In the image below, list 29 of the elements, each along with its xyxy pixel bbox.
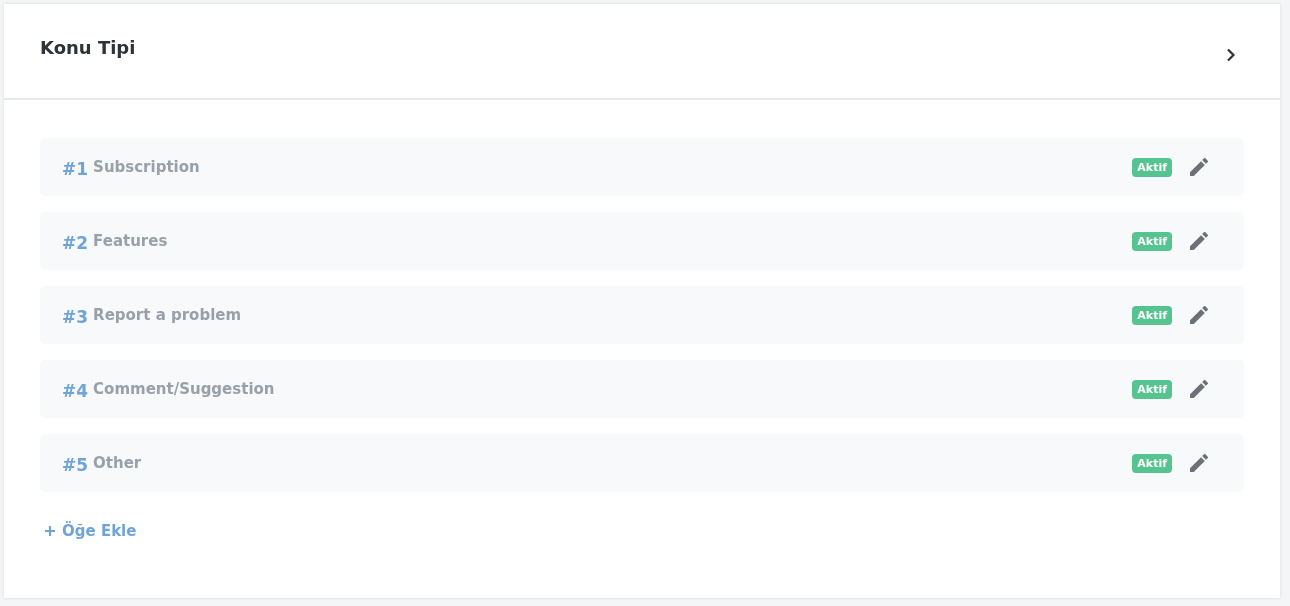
item-label: Comment/Suggestion bbox=[93, 380, 275, 398]
status-badge: Aktif bbox=[1132, 231, 1172, 251]
list-item[interactable]: #3 Report a problem Aktif bbox=[40, 286, 1244, 344]
list-item[interactable]: #5 Other Aktif bbox=[40, 434, 1244, 492]
status-badge: Aktif bbox=[1132, 453, 1172, 473]
add-item-link[interactable]: Öğe Ekle bbox=[44, 522, 137, 540]
item-number: #5 bbox=[62, 455, 89, 475]
status-badge: Aktif bbox=[1132, 157, 1172, 177]
panel-title: Konu Tipi bbox=[40, 36, 136, 58]
edit-icon[interactable] bbox=[1190, 232, 1208, 250]
item-number: #3 bbox=[62, 307, 89, 327]
list-item[interactable]: #4 Comment/Suggestion Aktif bbox=[40, 360, 1244, 418]
edit-icon[interactable] bbox=[1190, 380, 1208, 398]
item-label: Report a problem bbox=[93, 306, 242, 324]
item-label: Subscription bbox=[93, 158, 200, 176]
item-number: #4 bbox=[62, 381, 89, 401]
list-item[interactable]: #1 Subscription Aktif bbox=[40, 138, 1244, 196]
edit-icon[interactable] bbox=[1190, 454, 1208, 472]
chevron-right-icon[interactable] bbox=[1226, 48, 1236, 62]
status-badge: Aktif bbox=[1132, 379, 1172, 399]
edit-icon[interactable] bbox=[1190, 158, 1208, 176]
edit-icon[interactable] bbox=[1190, 306, 1208, 324]
plus-icon bbox=[44, 525, 56, 537]
item-label: Other bbox=[93, 454, 142, 472]
status-badge: Aktif bbox=[1132, 305, 1172, 325]
item-number: #2 bbox=[62, 233, 89, 253]
item-number: #1 bbox=[62, 159, 89, 179]
list-item[interactable]: #2 Features Aktif bbox=[40, 212, 1244, 270]
item-label: Features bbox=[93, 232, 168, 250]
